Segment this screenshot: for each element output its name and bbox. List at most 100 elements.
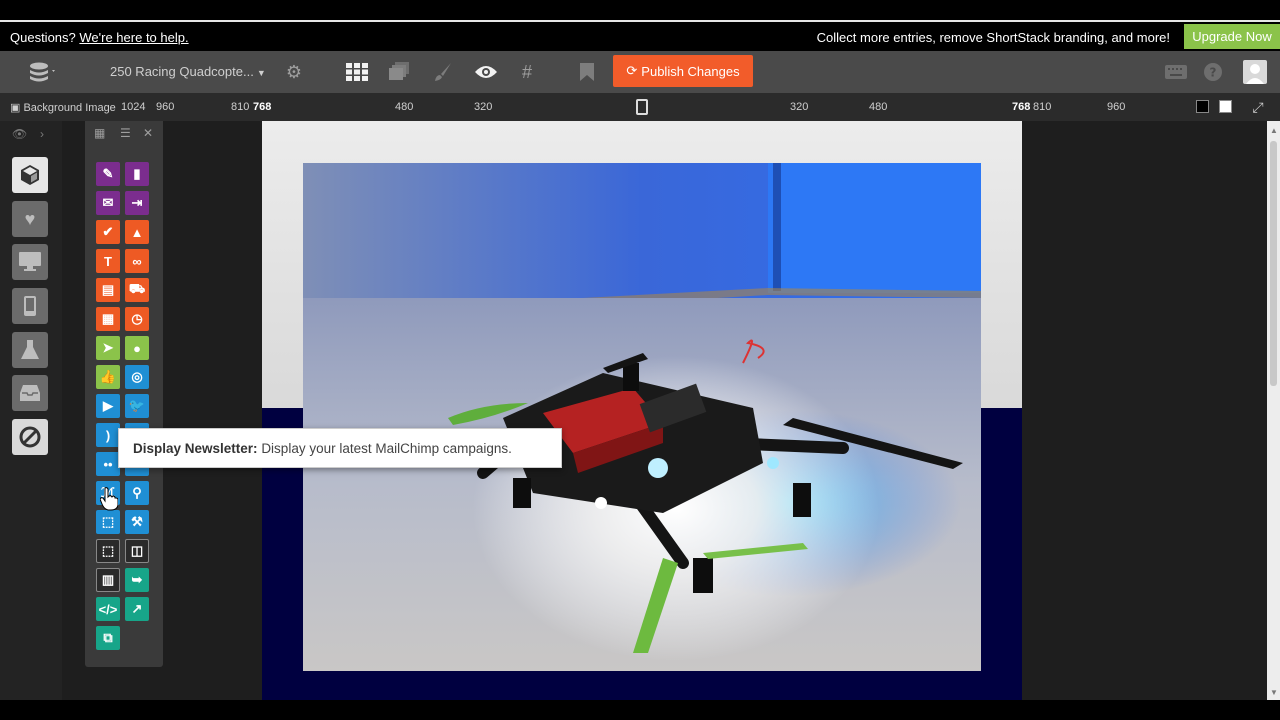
redirect-arrow-icon[interactable]: ➥ bbox=[125, 568, 149, 592]
chat-bubble-icon[interactable]: ● bbox=[125, 336, 149, 360]
keyboard-icon[interactable] bbox=[1164, 51, 1188, 93]
chevron-down-icon: ▼ bbox=[256, 68, 266, 78]
wrench-icon[interactable]: ⚒ bbox=[125, 510, 149, 534]
mobile-device-icon[interactable] bbox=[12, 288, 48, 324]
container-icon[interactable]: ⬚ bbox=[96, 539, 120, 563]
disable-ban-icon[interactable] bbox=[12, 419, 48, 455]
tooltip-title: Display Newsletter: bbox=[133, 441, 258, 456]
mobile-preview-icon[interactable] bbox=[636, 99, 648, 115]
ruler-tick: 320 bbox=[474, 101, 493, 113]
link-icon[interactable]: ∞ bbox=[125, 249, 149, 273]
shopping-cart-icon[interactable]: ⛟ bbox=[125, 278, 149, 302]
bookmark-icon[interactable] bbox=[577, 51, 597, 93]
brush-icon[interactable] bbox=[432, 51, 454, 93]
map-pin-icon[interactable]: ⚲ bbox=[125, 481, 149, 505]
layers-icon[interactable] bbox=[388, 51, 412, 93]
close-icon[interactable]: ✕ bbox=[143, 126, 153, 140]
widget-palette-panel: ▦ ☰ ✕ ✎ ▮ ✉ ⇥ ✔ ▲ T ∞ ▤ ⛟ ▦ ◷ ➤ ● 👍 ◎ ▶ … bbox=[85, 121, 163, 667]
list-icon[interactable]: ☰ bbox=[120, 126, 131, 140]
paper-plane-icon[interactable]: ➤ bbox=[96, 336, 120, 360]
desktop-monitor-icon[interactable] bbox=[12, 244, 48, 280]
scroll-up-icon[interactable]: ▲ bbox=[1270, 126, 1278, 135]
ruler-tick: 768 bbox=[1012, 101, 1031, 113]
database-menu-icon[interactable] bbox=[22, 51, 62, 93]
ruler-tick: 810 bbox=[1033, 101, 1052, 113]
help-question: Questions? We're here to help. bbox=[10, 30, 189, 45]
grid-view-icon[interactable] bbox=[344, 51, 370, 93]
quadcopter-photo[interactable] bbox=[303, 163, 981, 671]
help-icon[interactable]: ? bbox=[1202, 51, 1224, 93]
timer-icon[interactable]: ◷ bbox=[125, 307, 149, 331]
tooltip-text: Display your latest MailChimp campaigns. bbox=[261, 441, 512, 456]
two-column-icon[interactable]: ◫ bbox=[125, 539, 149, 563]
edit-form-icon[interactable]: ✎ bbox=[96, 162, 120, 186]
ruler-tick: 480 bbox=[395, 101, 414, 113]
gallery-icon[interactable]: ▤ bbox=[96, 278, 120, 302]
promo-text: Collect more entries, remove ShortStack … bbox=[816, 30, 1170, 45]
user-avatar[interactable] bbox=[1242, 51, 1268, 93]
scroll-down-icon[interactable]: ▼ bbox=[1270, 688, 1278, 697]
svg-text:?: ? bbox=[1210, 66, 1217, 80]
email-envelope-icon[interactable]: ✉ bbox=[96, 191, 120, 215]
shortstack-editor: Questions? We're here to help. Collect m… bbox=[0, 0, 1280, 720]
favorites-heart-icon[interactable]: ♥ bbox=[12, 201, 48, 237]
help-question-text: Questions? bbox=[10, 30, 76, 45]
ruler-tick: 960 bbox=[1107, 101, 1126, 113]
hashtag-icon[interactable]: # bbox=[517, 51, 537, 93]
bottom-strip bbox=[0, 700, 1280, 720]
code-icon[interactable]: </> bbox=[96, 597, 120, 621]
embed-code-icon[interactable]: ⧉ bbox=[96, 626, 120, 650]
vertical-scrollbar[interactable]: ▲ ▼ bbox=[1267, 121, 1280, 700]
breakpoint-ruler: ▣ Background Image 1024 960 810 768 480 … bbox=[0, 93, 1280, 121]
checkmark-icon[interactable]: ✔ bbox=[96, 220, 120, 244]
instagram-icon[interactable]: ◎ bbox=[125, 365, 149, 389]
ruler-tick: 1024 bbox=[121, 101, 146, 113]
image-icon: ▣ bbox=[10, 102, 21, 114]
video-play-icon[interactable]: ▶ bbox=[96, 394, 120, 418]
settings-gear-icon[interactable]: ⚙ bbox=[283, 51, 305, 93]
thumbs-up-icon[interactable]: 👍 bbox=[96, 365, 120, 389]
left-panel-header: 👁 › bbox=[0, 121, 62, 147]
background-image-label: Background Image bbox=[23, 102, 116, 114]
sign-in-icon[interactable]: ⇥ bbox=[125, 191, 149, 215]
widget-tooltip: Display Newsletter: Display your latest … bbox=[118, 428, 562, 468]
analytics-icon[interactable]: ↗ bbox=[125, 597, 149, 621]
rss-feed-icon[interactable]: ) bbox=[96, 423, 120, 447]
calendar-grid-icon[interactable]: ▦ bbox=[96, 307, 120, 331]
upgrade-now-button[interactable]: Upgrade Now bbox=[1184, 24, 1280, 49]
publish-changes-button[interactable]: ⟳ Publish Changes bbox=[613, 55, 753, 87]
top-strip bbox=[0, 0, 1280, 22]
editor-toolbar: 250 Racing Quadcopte... ▼ ⚙ # ⟳ Publish C… bbox=[0, 51, 1280, 93]
visibility-eye-icon[interactable]: 👁 bbox=[12, 127, 27, 141]
help-bar: Questions? We're here to help. Collect m… bbox=[0, 22, 1280, 51]
scrollbar-thumb[interactable] bbox=[1270, 141, 1277, 386]
widget-panel-header: ▦ ☰ ✕ bbox=[85, 121, 163, 147]
chevron-right-icon[interactable]: › bbox=[40, 127, 44, 141]
campaign-title: 250 Racing Quadcopte... bbox=[110, 64, 254, 79]
inbox-tray-icon[interactable] bbox=[12, 375, 48, 411]
ruler-tick: 320 bbox=[790, 101, 809, 113]
campaign-title-dropdown[interactable]: 250 Racing Quadcopte... ▼ bbox=[110, 64, 266, 79]
background-image-toggle[interactable]: ▣ Background Image bbox=[10, 101, 116, 114]
text-icon[interactable]: T bbox=[96, 249, 120, 273]
grid-icon[interactable]: ▦ bbox=[94, 126, 105, 140]
poll-chart-icon[interactable]: ▮ bbox=[125, 162, 149, 186]
three-column-icon[interactable]: ▥ bbox=[96, 568, 120, 592]
preview-eye-icon[interactable] bbox=[473, 51, 499, 93]
hand-pointer-cursor-icon bbox=[99, 487, 119, 516]
ruler-tick: 960 bbox=[156, 101, 175, 113]
twitter-icon[interactable]: 🐦 bbox=[125, 394, 149, 418]
widgets-cube-icon[interactable] bbox=[12, 157, 48, 193]
publish-label: Publish Changes bbox=[641, 63, 740, 79]
lab-flask-icon[interactable] bbox=[12, 332, 48, 368]
flickr-dots-icon[interactable]: •• bbox=[96, 452, 120, 476]
image-icon[interactable]: ▲ bbox=[125, 220, 149, 244]
light-background-swatch[interactable] bbox=[1219, 100, 1232, 113]
ruler-tick: 480 bbox=[869, 101, 888, 113]
fullscreen-icon[interactable]: ⤢ bbox=[1248, 93, 1268, 121]
refresh-icon: ⟳ bbox=[626, 63, 638, 78]
dark-background-swatch[interactable] bbox=[1196, 100, 1209, 113]
ruler-tick: 768 bbox=[253, 101, 272, 113]
left-side-panel: 👁 › ♥ bbox=[0, 121, 62, 700]
help-link[interactable]: We're here to help. bbox=[79, 30, 188, 45]
